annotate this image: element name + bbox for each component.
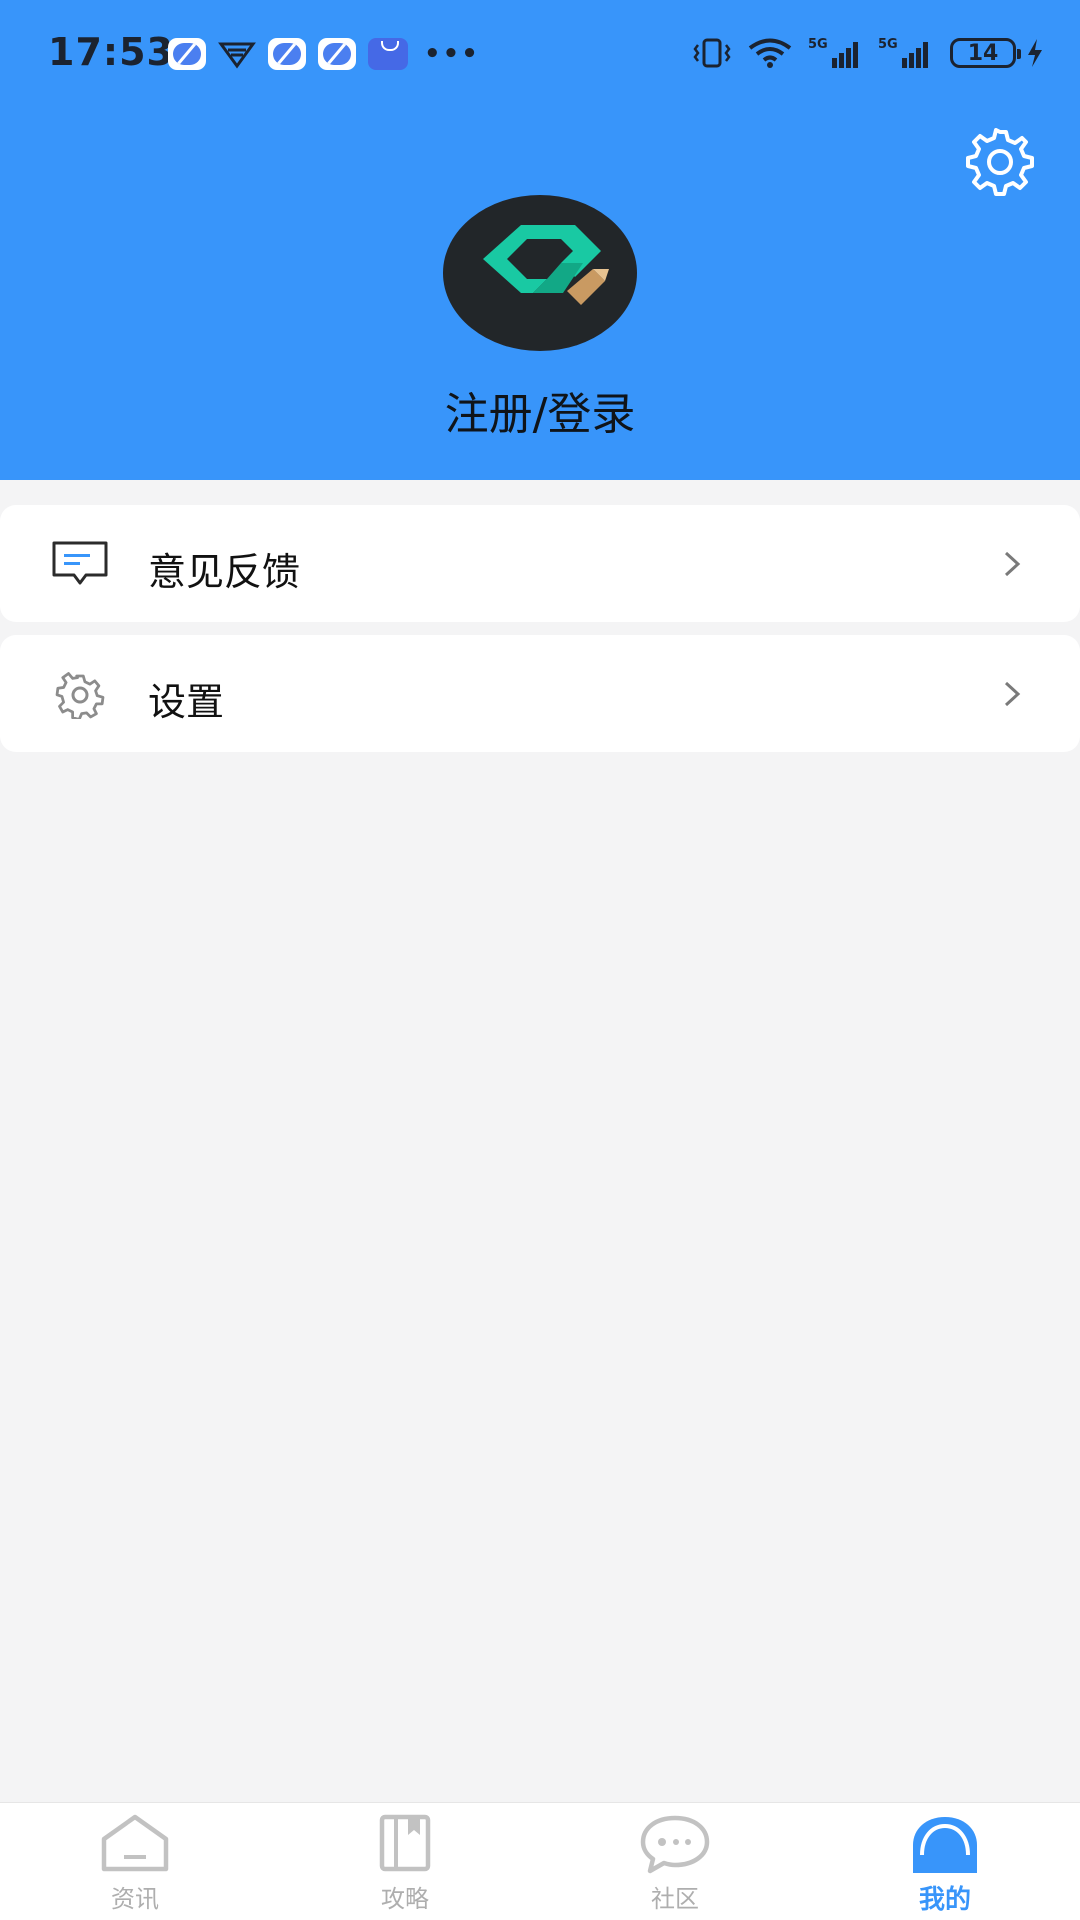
signal-5g-icon: 5G	[808, 37, 858, 68]
book-icon	[379, 1814, 431, 1872]
app-notification-icon	[268, 38, 306, 70]
profile-screen: 17:53 ••• 5G 5G 14 注册/登录 意见反馈 设置 资讯 攻略 社…	[0, 0, 1080, 1920]
status-time: 17:53	[48, 30, 174, 74]
nav-label: 攻略	[381, 1885, 429, 1913]
chevron-right-icon	[1004, 551, 1021, 577]
gear-icon[interactable]	[964, 126, 1036, 198]
nav-label: 我的	[918, 1885, 971, 1915]
profile-icon	[913, 1817, 977, 1873]
signal-5g-icon: 5G	[878, 37, 928, 68]
network-type-label: 5G	[878, 37, 898, 52]
charging-icon	[1028, 39, 1042, 67]
battery-icon: 14	[950, 38, 1021, 68]
menu-item-feedback[interactable]: 意见反馈	[0, 505, 1080, 622]
nav-tab-mine[interactable]: 我的	[810, 1803, 1080, 1920]
avatar[interactable]	[443, 195, 637, 351]
status-notification-icons: •••	[168, 38, 480, 70]
nav-tab-community[interactable]: 社区	[540, 1803, 810, 1920]
vpn-icon	[218, 42, 256, 69]
status-system-icons: 5G 5G 14	[678, 36, 1044, 70]
menu-item-label: 设置	[148, 680, 225, 724]
chevron-right-icon	[1004, 681, 1021, 707]
gear-icon	[55, 672, 105, 719]
nav-tab-guides[interactable]: 攻略	[270, 1803, 540, 1920]
app-notification-icon	[318, 38, 356, 70]
wifi-icon	[748, 38, 792, 68]
more-notifications-icon: •••	[424, 39, 480, 69]
menu-item-label: 意见反馈	[148, 550, 301, 594]
nav-label: 社区	[651, 1885, 699, 1913]
home-icon	[101, 1814, 169, 1872]
bottom-nav: 资讯 攻略 社区 我的	[0, 1802, 1080, 1920]
menu-item-settings[interactable]: 设置	[0, 635, 1080, 752]
app-logo-icon	[483, 225, 609, 305]
app-notification-icon	[168, 38, 206, 70]
network-type-label: 5G	[808, 37, 828, 52]
profile-header: 17:53 ••• 5G 5G 14 注册/登录	[0, 0, 1080, 480]
store-notification-icon	[368, 38, 408, 70]
login-register-link[interactable]: 注册/登录	[0, 378, 1080, 442]
feedback-icon	[52, 541, 108, 585]
battery-level: 14	[967, 40, 999, 66]
vibrate-icon	[693, 38, 731, 68]
nav-tab-news[interactable]: 资讯	[0, 1803, 270, 1920]
chat-icon	[640, 1815, 710, 1874]
status-bar: 17:53 ••• 5G 5G 14	[0, 0, 1080, 110]
nav-label: 资讯	[111, 1885, 159, 1913]
